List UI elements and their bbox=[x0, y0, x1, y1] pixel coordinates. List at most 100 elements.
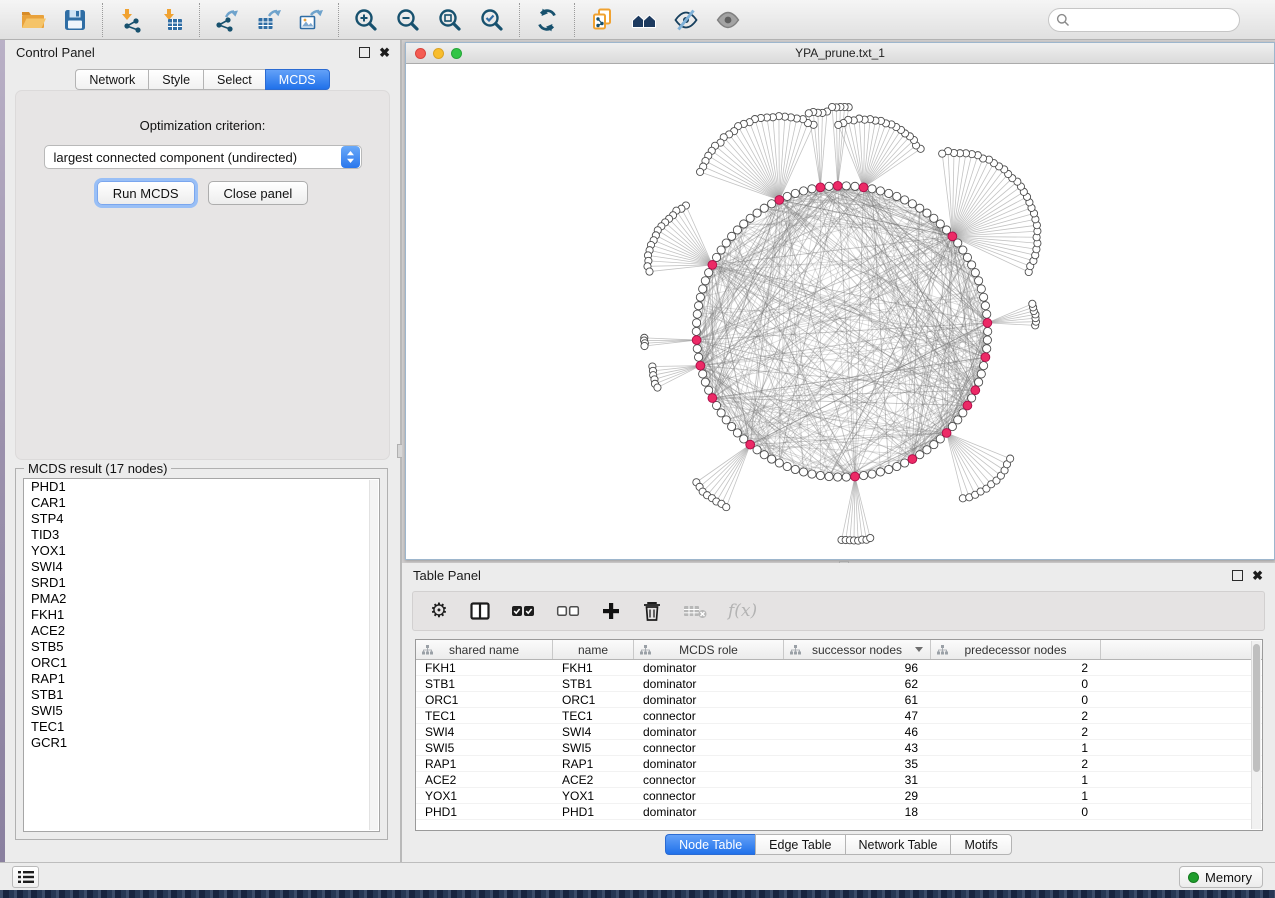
cell-successor_nodes[interactable]: 47 bbox=[784, 708, 931, 723]
close-table-panel-icon[interactable]: ✖ bbox=[1252, 568, 1263, 583]
column-header-name[interactable]: name bbox=[553, 640, 634, 659]
cell-successor_nodes[interactable]: 62 bbox=[784, 676, 931, 691]
mcds-list-scrollbar[interactable] bbox=[369, 480, 378, 830]
cell-name[interactable]: STB1 bbox=[553, 676, 634, 691]
table-row[interactable]: ACE2ACE2connector311 bbox=[416, 772, 1262, 788]
mcds-result-item[interactable]: SRD1 bbox=[24, 575, 379, 591]
maximize-window-icon[interactable] bbox=[451, 48, 462, 59]
cell-successor_nodes[interactable]: 46 bbox=[784, 724, 931, 739]
select-all-icon[interactable] bbox=[511, 599, 535, 623]
save-session-icon[interactable] bbox=[59, 4, 91, 36]
cell-shared_name[interactable]: STB1 bbox=[416, 676, 553, 691]
export-network-icon[interactable] bbox=[211, 4, 243, 36]
cell-mcds_role[interactable]: dominator bbox=[634, 724, 784, 739]
cell-successor_nodes[interactable]: 18 bbox=[784, 804, 931, 819]
memory-button[interactable]: Memory bbox=[1179, 866, 1263, 888]
hide-selected-icon[interactable] bbox=[670, 4, 702, 36]
cell-shared_name[interactable]: FKH1 bbox=[416, 660, 553, 675]
cell-shared_name[interactable]: SWI5 bbox=[416, 740, 553, 755]
cell-shared_name[interactable]: ORC1 bbox=[416, 692, 553, 707]
new-network-from-selection-icon[interactable] bbox=[586, 4, 618, 36]
deselect-all-icon[interactable] bbox=[556, 599, 580, 623]
cell-predecessor_nodes[interactable]: 0 bbox=[931, 804, 1101, 819]
show-all-icon[interactable] bbox=[712, 4, 744, 36]
mcds-result-item[interactable]: TEC1 bbox=[24, 719, 379, 735]
mcds-result-item[interactable]: FKH1 bbox=[24, 607, 379, 623]
column-header-shared_name[interactable]: shared name bbox=[416, 640, 553, 659]
column-header-mcds_role[interactable]: MCDS role bbox=[634, 640, 784, 659]
cell-successor_nodes[interactable]: 29 bbox=[784, 788, 931, 803]
tab-mcds[interactable]: MCDS bbox=[265, 69, 330, 90]
cell-mcds_role[interactable]: dominator bbox=[634, 804, 784, 819]
cell-name[interactable]: FKH1 bbox=[553, 660, 634, 675]
cell-name[interactable]: YOX1 bbox=[553, 788, 634, 803]
open-session-icon[interactable] bbox=[17, 4, 49, 36]
tab-style[interactable]: Style bbox=[148, 69, 203, 90]
export-table-icon[interactable] bbox=[253, 4, 285, 36]
close-panel-button[interactable]: Close panel bbox=[208, 181, 309, 205]
cell-name[interactable]: SWI5 bbox=[553, 740, 634, 755]
cell-predecessor_nodes[interactable]: 0 bbox=[931, 692, 1101, 707]
table-row[interactable]: RAP1RAP1dominator352 bbox=[416, 756, 1262, 772]
mcds-result-item[interactable]: STP4 bbox=[24, 511, 379, 527]
cell-predecessor_nodes[interactable]: 0 bbox=[931, 676, 1101, 691]
close-window-icon[interactable] bbox=[415, 48, 426, 59]
table-row[interactable]: ORC1ORC1dominator610 bbox=[416, 692, 1262, 708]
show-panels-button[interactable] bbox=[12, 866, 39, 888]
network-canvas[interactable] bbox=[406, 64, 1274, 559]
cell-mcds_role[interactable]: connector bbox=[634, 788, 784, 803]
mcds-result-item[interactable]: TID3 bbox=[24, 527, 379, 543]
table-row[interactable]: TEC1TEC1connector472 bbox=[416, 708, 1262, 724]
tab-network[interactable]: Network bbox=[75, 69, 148, 90]
mcds-result-item[interactable]: SWI4 bbox=[24, 559, 379, 575]
cell-shared_name[interactable]: TEC1 bbox=[416, 708, 553, 723]
float-table-panel-icon[interactable] bbox=[1232, 570, 1243, 581]
tab-node-table[interactable]: Node Table bbox=[665, 834, 755, 855]
zoom-out-icon[interactable] bbox=[392, 4, 424, 36]
zoom-in-icon[interactable] bbox=[350, 4, 382, 36]
tab-motifs[interactable]: Motifs bbox=[950, 834, 1011, 855]
mcds-result-list[interactable]: PHD1CAR1STP4TID3YOX1SWI4SRD1PMA2FKH1ACE2… bbox=[23, 478, 380, 832]
mcds-result-item[interactable]: STB5 bbox=[24, 639, 379, 655]
import-network-icon[interactable] bbox=[114, 4, 146, 36]
cell-successor_nodes[interactable]: 43 bbox=[784, 740, 931, 755]
delete-columns-icon[interactable] bbox=[642, 599, 662, 623]
scrollbar-thumb[interactable] bbox=[1253, 644, 1260, 772]
create-column-icon[interactable] bbox=[601, 599, 621, 623]
mcds-result-item[interactable]: RAP1 bbox=[24, 671, 379, 687]
mcds-result-item[interactable]: PMA2 bbox=[24, 591, 379, 607]
cell-predecessor_nodes[interactable]: 1 bbox=[931, 772, 1101, 787]
cell-mcds_role[interactable]: connector bbox=[634, 708, 784, 723]
cell-predecessor_nodes[interactable]: 2 bbox=[931, 724, 1101, 739]
cell-mcds_role[interactable]: connector bbox=[634, 740, 784, 755]
float-window-icon[interactable] bbox=[359, 47, 370, 58]
mcds-result-item[interactable]: CAR1 bbox=[24, 495, 379, 511]
cell-mcds_role[interactable]: dominator bbox=[634, 692, 784, 707]
cell-successor_nodes[interactable]: 96 bbox=[784, 660, 931, 675]
mcds-result-item[interactable]: GCR1 bbox=[24, 735, 379, 751]
table-row[interactable]: SWI4SWI4dominator462 bbox=[416, 724, 1262, 740]
column-header-successor_nodes[interactable]: successor nodes bbox=[784, 640, 931, 659]
cell-shared_name[interactable]: SWI4 bbox=[416, 724, 553, 739]
cell-name[interactable]: TEC1 bbox=[553, 708, 634, 723]
cell-name[interactable]: RAP1 bbox=[553, 756, 634, 771]
table-row[interactable]: SWI5SWI5connector431 bbox=[416, 740, 1262, 756]
cell-predecessor_nodes[interactable]: 2 bbox=[931, 660, 1101, 675]
import-table-icon[interactable] bbox=[156, 4, 188, 36]
search-input[interactable] bbox=[1075, 10, 1239, 30]
cell-successor_nodes[interactable]: 31 bbox=[784, 772, 931, 787]
export-image-icon[interactable] bbox=[295, 4, 327, 36]
cell-predecessor_nodes[interactable]: 2 bbox=[931, 756, 1101, 771]
cell-successor_nodes[interactable]: 35 bbox=[784, 756, 931, 771]
cell-name[interactable]: ACE2 bbox=[553, 772, 634, 787]
table-scrollbar[interactable] bbox=[1251, 641, 1261, 829]
cell-predecessor_nodes[interactable]: 2 bbox=[931, 708, 1101, 723]
cell-shared_name[interactable]: PHD1 bbox=[416, 804, 553, 819]
tab-network-table[interactable]: Network Table bbox=[845, 834, 951, 855]
optimization-select[interactable]: largest connected component (undirected) bbox=[44, 145, 362, 169]
zoom-selected-icon[interactable] bbox=[476, 4, 508, 36]
cell-shared_name[interactable]: ACE2 bbox=[416, 772, 553, 787]
cell-mcds_role[interactable]: dominator bbox=[634, 660, 784, 675]
cell-mcds_role[interactable]: connector bbox=[634, 772, 784, 787]
tab-select[interactable]: Select bbox=[203, 69, 265, 90]
